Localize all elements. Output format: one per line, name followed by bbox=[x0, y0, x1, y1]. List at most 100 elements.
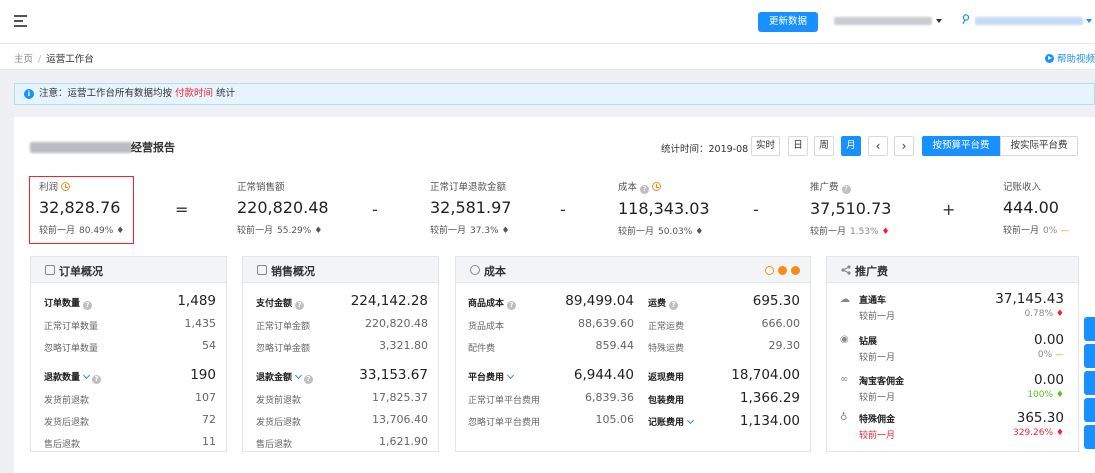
row-label: 特殊佣金 bbox=[859, 415, 896, 425]
card-title: 成本 bbox=[484, 265, 506, 278]
period-realtime-button[interactable]: 实时 bbox=[751, 136, 780, 156]
cloud-icon: ☁ bbox=[840, 294, 850, 305]
kpi-value: 444.00 bbox=[1003, 198, 1059, 217]
kpi-compare-label: 较前一月 bbox=[810, 227, 847, 237]
trend-flat-icon: — bbox=[1055, 350, 1064, 360]
budget-platform-fee-button[interactable]: 按预算平台费 bbox=[922, 136, 1000, 156]
row-value: 220,820.48 bbox=[365, 317, 428, 330]
kpi-normal-sales: 正常销售额 220,820.48 较前一月 55.29% ♦ bbox=[237, 179, 329, 236]
user-account-dropdown[interactable] bbox=[958, 14, 1092, 28]
card-title: 订单概况 bbox=[59, 265, 103, 278]
shop-select-dropdown[interactable] bbox=[834, 14, 944, 28]
breadcrumb-current: 运营工作台 bbox=[46, 54, 94, 65]
trend-up-icon: ♦ bbox=[1055, 390, 1064, 400]
card-header: 推广费 bbox=[827, 257, 1078, 283]
row-label: 忽略订单平台费用 bbox=[468, 418, 541, 428]
row-label: 发货后退款 bbox=[256, 418, 302, 428]
compare-label: 较前一月 bbox=[859, 353, 896, 363]
sales-icon bbox=[257, 265, 267, 275]
question-icon[interactable]: ? bbox=[507, 301, 517, 310]
breadcrumb: 主页 / 运营工作台 bbox=[14, 51, 94, 65]
question-icon[interactable]: ? bbox=[83, 301, 93, 310]
row-value: 54 bbox=[202, 339, 216, 352]
update-data-button[interactable]: 更新数据 bbox=[758, 12, 818, 32]
row-label: 返现费用 bbox=[648, 373, 685, 383]
chevron-down-icon[interactable] bbox=[294, 371, 303, 380]
row-value: 1,621.90 bbox=[379, 435, 428, 448]
side-tab-phone[interactable] bbox=[1084, 344, 1095, 368]
clock-icon[interactable] bbox=[765, 266, 774, 275]
notice-highlight: 付款时间 bbox=[175, 88, 214, 99]
prev-period-button[interactable]: ‹ bbox=[868, 136, 888, 156]
chevron-down-icon[interactable] bbox=[82, 371, 91, 380]
trend-up-icon: ♦ bbox=[501, 226, 510, 236]
operator-plus: + bbox=[942, 200, 956, 219]
clock-icon bbox=[61, 182, 71, 191]
kpi-label: 正常订单退款金额 bbox=[430, 182, 507, 193]
kpi-cost: 成本? 118,343.03 较前一月 50.03% ♦ bbox=[618, 179, 710, 237]
row-label: 退款数量 bbox=[44, 373, 81, 383]
kpi-compare-label: 较前一月 bbox=[430, 226, 467, 236]
question-icon[interactable]: ? bbox=[669, 301, 679, 310]
calendar-icon bbox=[45, 265, 55, 275]
side-tab-message[interactable] bbox=[1084, 398, 1095, 422]
diamond-booth-value: 0.00 bbox=[1033, 332, 1064, 348]
shop-name-blurred bbox=[30, 142, 132, 153]
next-period-button[interactable]: › bbox=[894, 136, 914, 156]
trend-up-icon: ♦ bbox=[116, 226, 125, 236]
operator-minus: - bbox=[372, 200, 378, 219]
side-tab-share[interactable] bbox=[1084, 425, 1095, 449]
edit-icon[interactable] bbox=[791, 266, 800, 275]
help-video-label: 帮助视频 bbox=[1056, 54, 1095, 65]
compare-pct: 100% bbox=[1027, 390, 1054, 400]
kpi-label: 记账收入 bbox=[1003, 182, 1042, 193]
row-value: 72 bbox=[202, 413, 216, 426]
question-icon[interactable]: ? bbox=[295, 301, 305, 310]
menu-toggle-icon[interactable] bbox=[14, 15, 27, 27]
chevron-down-icon[interactable] bbox=[506, 371, 515, 380]
kpi-value: 37,510.73 bbox=[810, 199, 892, 218]
operator-equals: = bbox=[175, 200, 189, 219]
question-icon[interactable]: ? bbox=[92, 375, 102, 384]
share-icon bbox=[841, 265, 851, 275]
side-tab-feedback[interactable] bbox=[1084, 317, 1095, 341]
question-icon[interactable]: ? bbox=[304, 375, 314, 384]
row-label: 直通车 bbox=[859, 296, 887, 306]
taobaoke-value: 0.00 bbox=[1033, 372, 1064, 388]
help-video-link[interactable]: 帮助视频 bbox=[1044, 51, 1095, 65]
link-icon: ∞ bbox=[840, 374, 849, 385]
row-value: 11 bbox=[202, 435, 216, 448]
row-value: 6,839.36 bbox=[585, 391, 634, 404]
operator-minus: - bbox=[560, 200, 566, 219]
row-value: 17,825.37 bbox=[372, 391, 428, 404]
actual-platform-fee-button[interactable]: 按实际平台费 bbox=[1000, 136, 1078, 156]
order-count-value: 1,489 bbox=[177, 293, 216, 309]
chevron-down-icon[interactable] bbox=[686, 416, 695, 425]
breadcrumb-home-link[interactable]: 主页 bbox=[14, 54, 33, 65]
shipping-fee-value: 695.30 bbox=[752, 293, 800, 309]
question-icon[interactable]: ? bbox=[841, 185, 851, 194]
row-label: 正常运费 bbox=[648, 322, 685, 332]
card-title: 推广费 bbox=[855, 265, 888, 278]
kpi-pct: 50.03% bbox=[658, 227, 693, 237]
trend-down-icon: ♦ bbox=[1055, 428, 1064, 438]
stat-time-label: 统计时间： bbox=[661, 144, 709, 155]
period-month-button[interactable]: 月 bbox=[841, 136, 861, 156]
kpi-bookkeeping-income: 记账收入 444.00 较前一月 0% — bbox=[1003, 179, 1069, 236]
row-value: 666.00 bbox=[761, 317, 801, 330]
money-bag-icon: ♁ bbox=[840, 412, 848, 423]
kpi-normal-refund: 正常订单退款金额 32,581.97 较前一月 37.3% ♦ bbox=[430, 179, 511, 236]
play-icon bbox=[1044, 54, 1054, 63]
business-report-panel: 经营报告 统计时间：2019-08 实时 日 周 月 ‹ › 按预算平台费 按实… bbox=[14, 117, 1095, 473]
settings-icon[interactable] bbox=[778, 266, 787, 275]
period-day-button[interactable]: 日 bbox=[788, 136, 808, 156]
question-icon[interactable]: ? bbox=[640, 185, 650, 194]
trend-down-icon: ♦ bbox=[881, 227, 890, 237]
side-floating-tabs bbox=[1084, 317, 1095, 452]
side-tab-service[interactable] bbox=[1084, 371, 1095, 395]
refund-count-value: 190 bbox=[190, 367, 216, 383]
compare-pct: 0% bbox=[1037, 350, 1053, 360]
eye-icon: ◉ bbox=[840, 334, 849, 345]
period-week-button[interactable]: 周 bbox=[814, 136, 834, 156]
card-header: 销售概况 bbox=[243, 257, 438, 283]
